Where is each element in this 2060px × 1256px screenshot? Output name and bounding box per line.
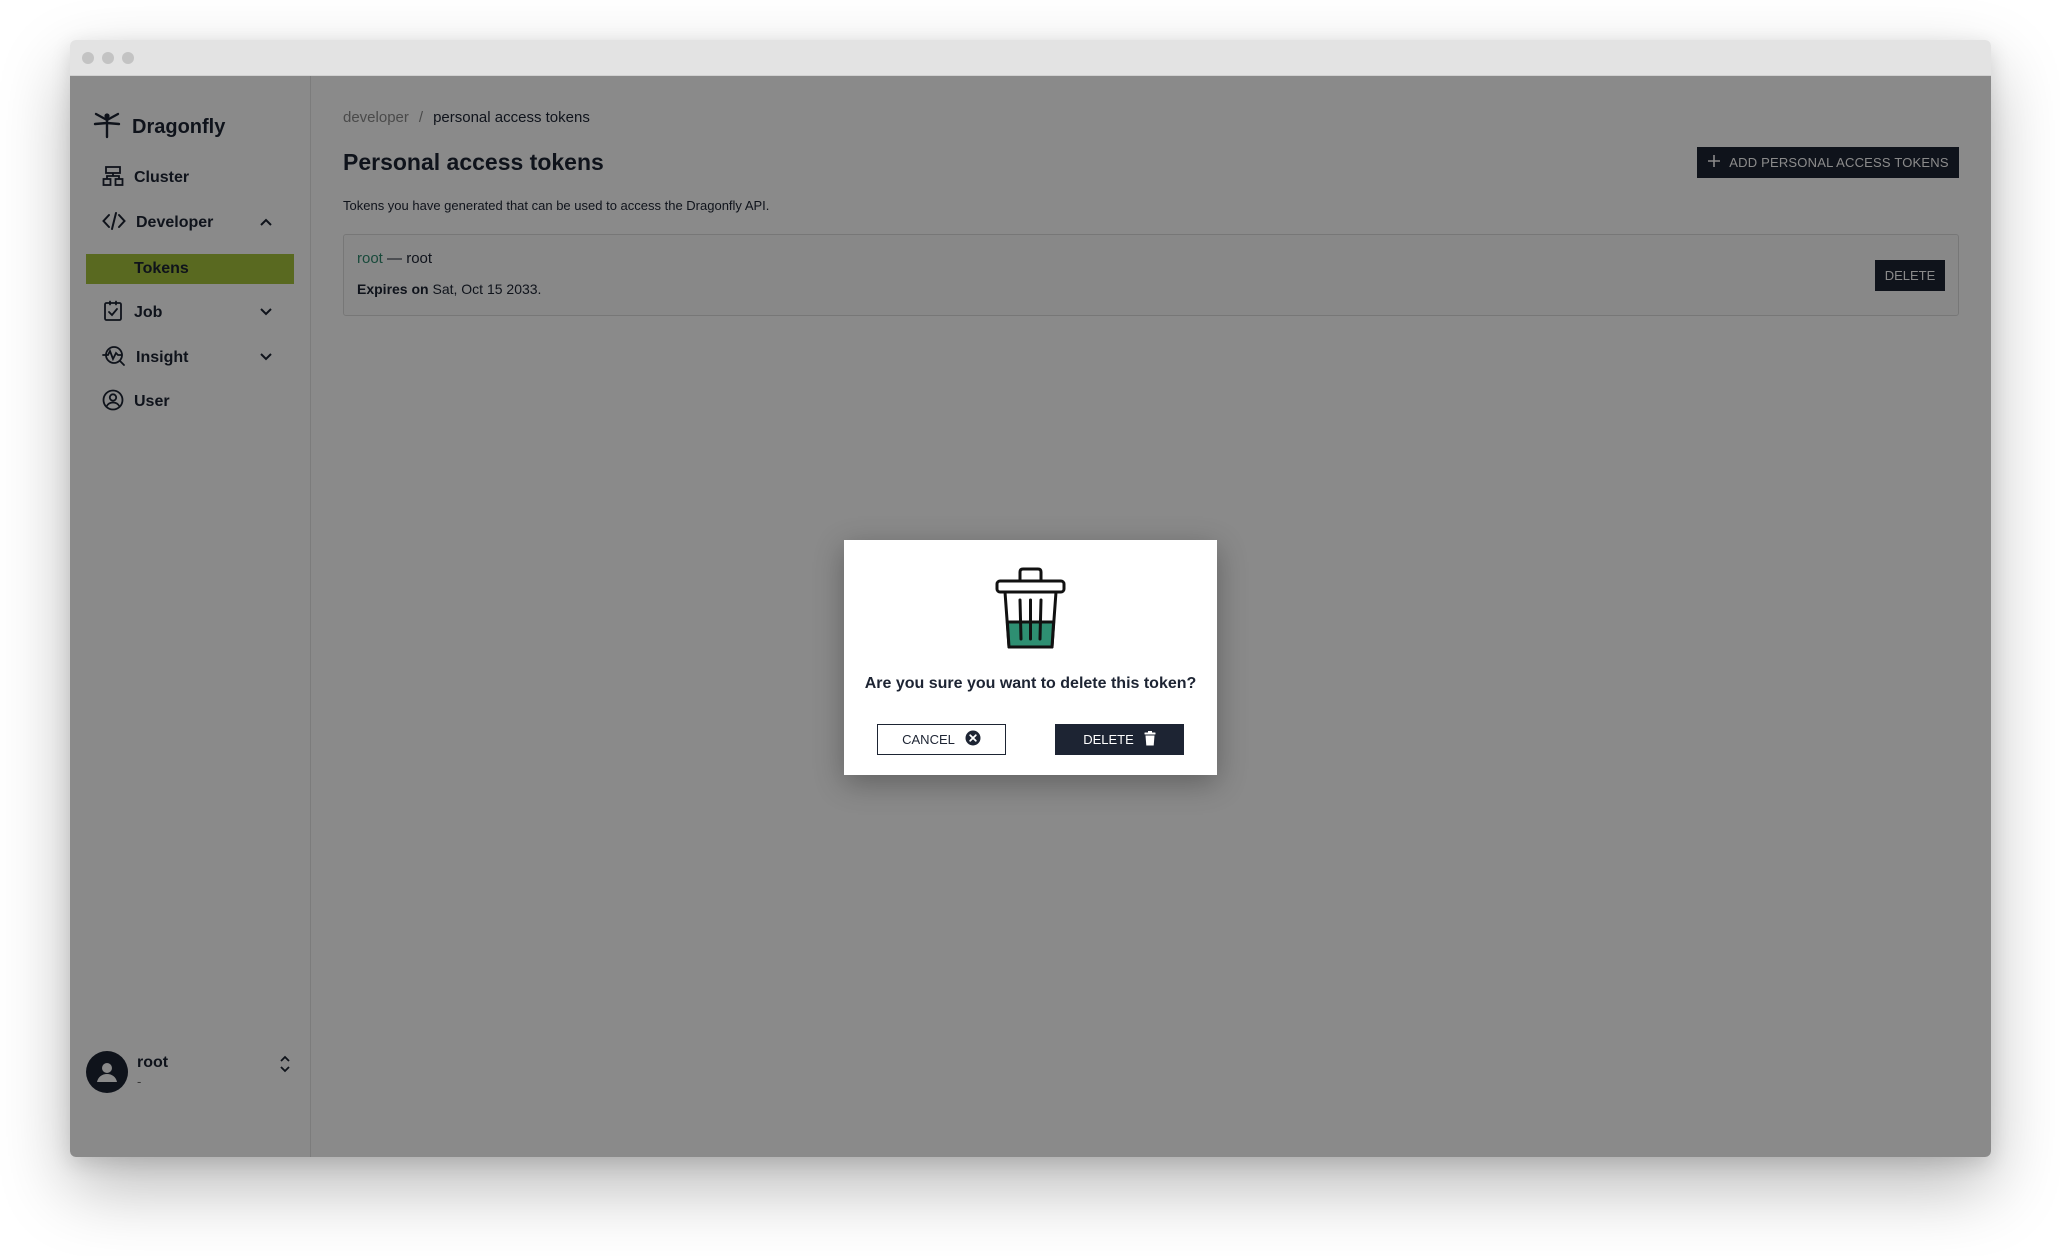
cancel-label: CANCEL [902,732,955,747]
cancel-button[interactable]: CANCEL [877,724,1006,755]
browser-window: Dragonfly Cluster Developer Tokens Job I… [70,40,1991,1157]
window-titlebar [70,40,1991,76]
window-dot-maximize[interactable] [122,52,134,64]
trash-icon [1144,730,1156,749]
app-root: Dragonfly Cluster Developer Tokens Job I… [70,76,1991,1157]
delete-confirm-dialog: Are you sure you want to delete this tok… [844,540,1217,775]
close-circle-icon [965,730,981,749]
window-dot-minimize[interactable] [102,52,114,64]
trash-can-icon [994,564,1067,655]
confirm-delete-button[interactable]: DELETE [1055,724,1184,755]
window-dot-close[interactable] [82,52,94,64]
dialog-message: Are you sure you want to delete this tok… [864,675,1197,692]
confirm-delete-label: DELETE [1083,732,1134,747]
